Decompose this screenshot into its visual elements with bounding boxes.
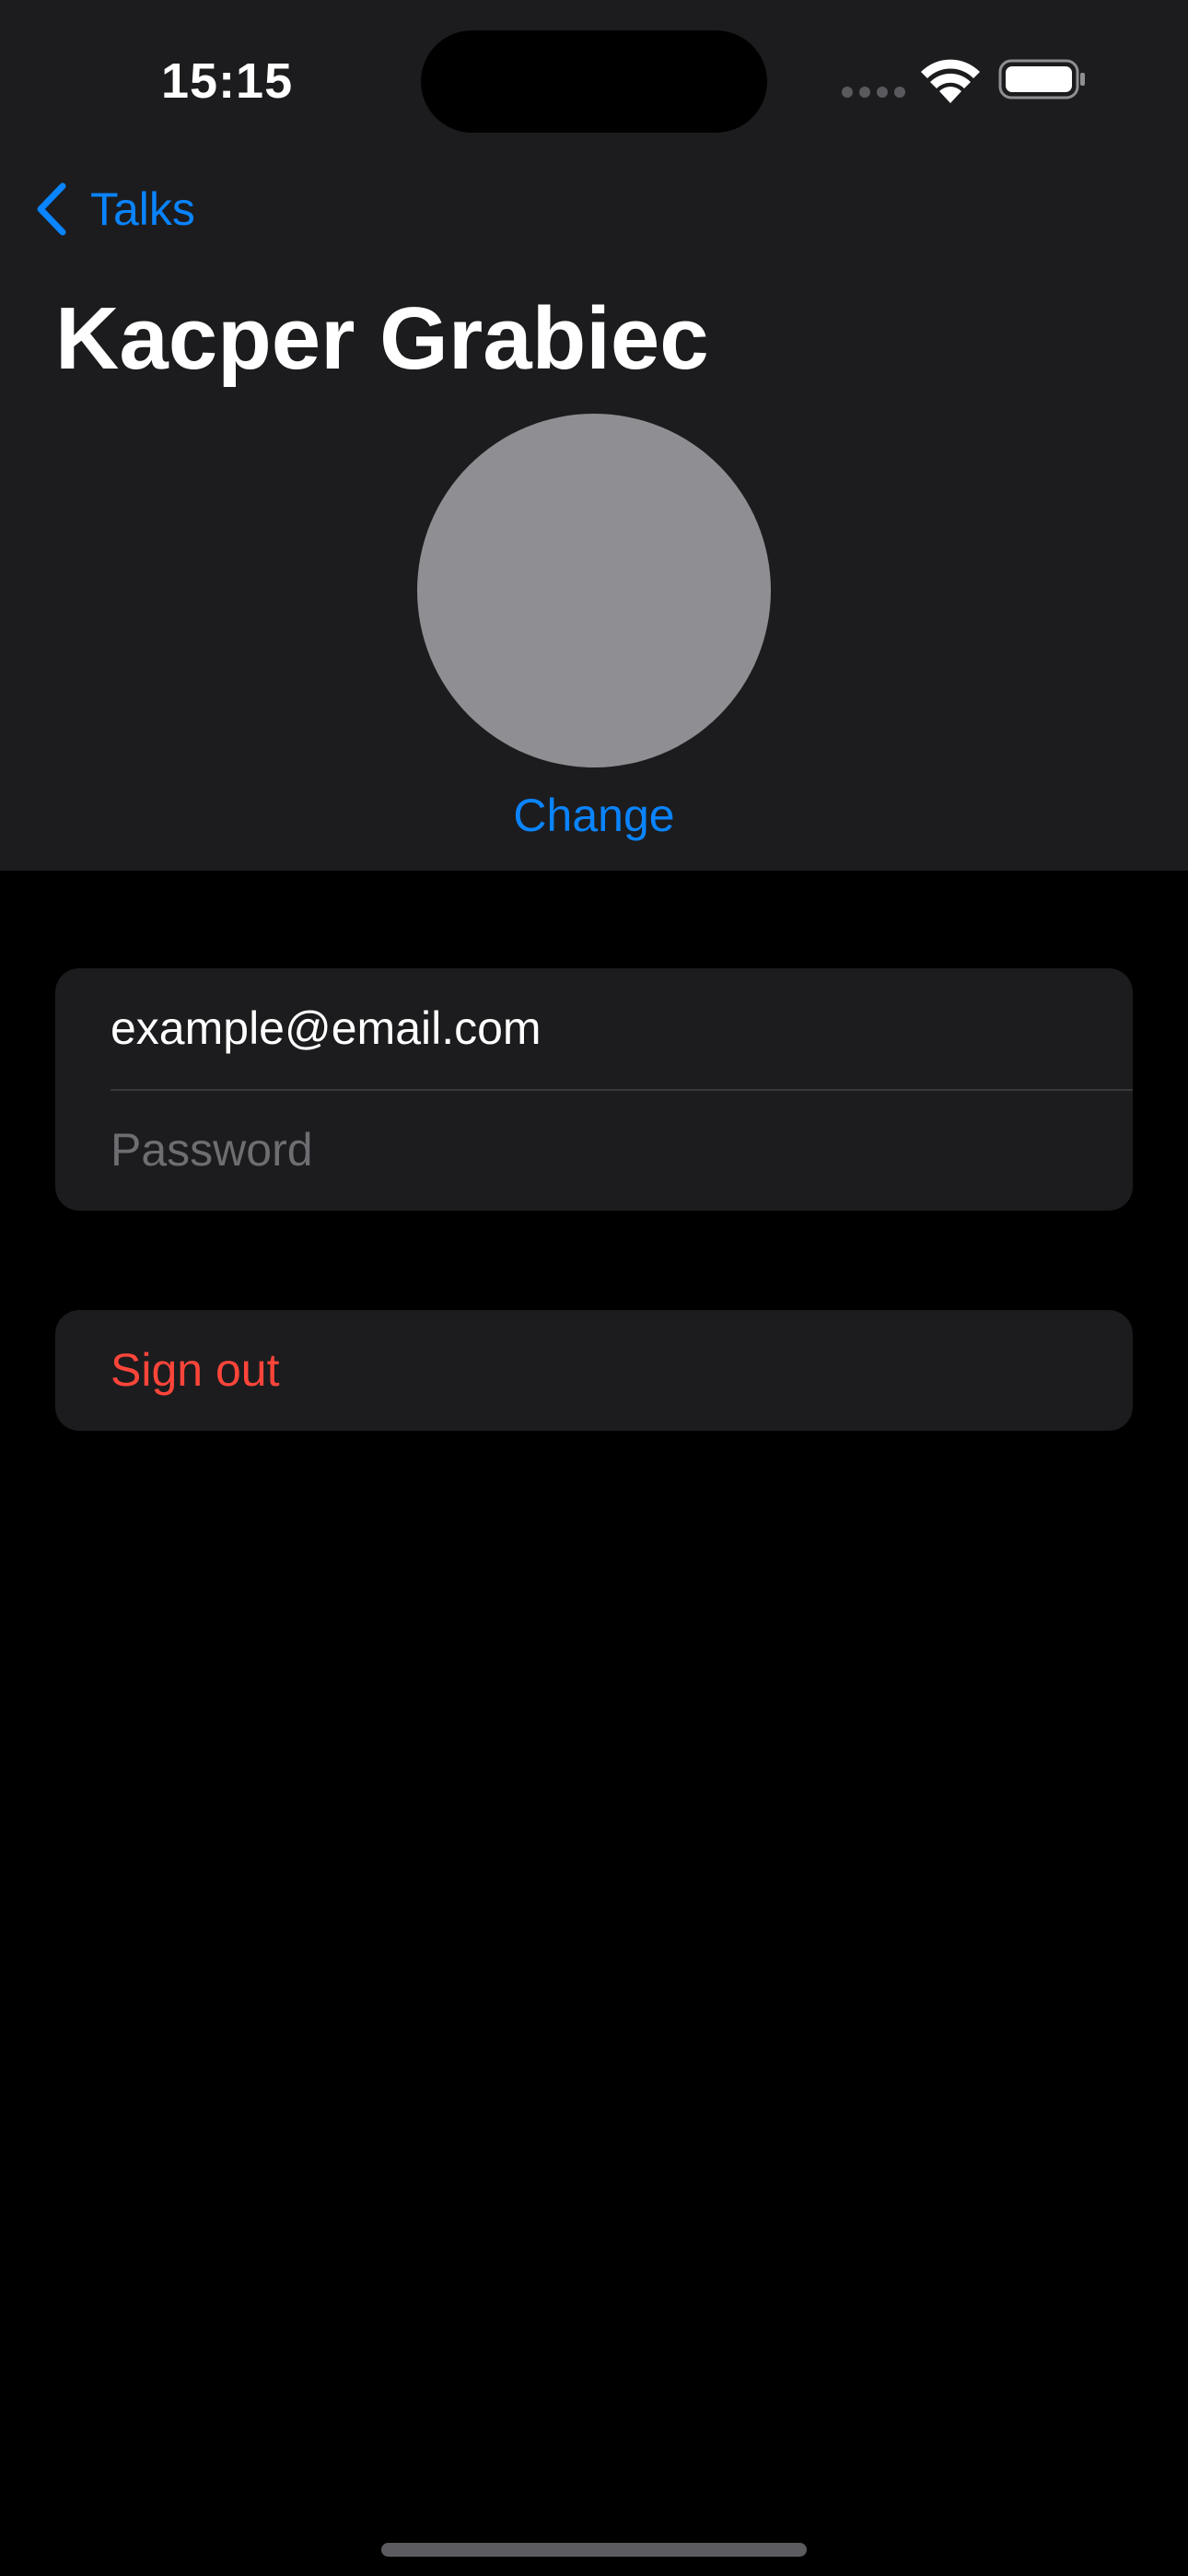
home-indicator[interactable] (381, 2543, 807, 2557)
status-bar-time: 15:15 (161, 53, 294, 109)
back-button-label: Talks (90, 183, 195, 235)
dynamic-island (421, 30, 767, 133)
profile-header: 15:15 Talks Kacper Grabiec Change (0, 0, 1188, 871)
battery-icon (998, 59, 1085, 100)
cellular-signal-icon (842, 87, 906, 100)
avatar[interactable] (417, 414, 771, 767)
sign-out-button[interactable]: Sign out (55, 1310, 1133, 1431)
page-title: Kacper Grabiec (55, 289, 709, 388)
password-field[interactable]: Password (111, 1090, 1133, 1211)
account-fields-group: example@email.com Password (55, 968, 1133, 1211)
change-avatar-button[interactable]: Change (410, 783, 778, 848)
wifi-icon (921, 59, 980, 103)
sign-out-label: Sign out (111, 1344, 280, 1396)
chevron-left-icon (37, 182, 66, 236)
back-button[interactable]: Talks (33, 179, 195, 240)
email-field[interactable]: example@email.com (111, 968, 1133, 1089)
